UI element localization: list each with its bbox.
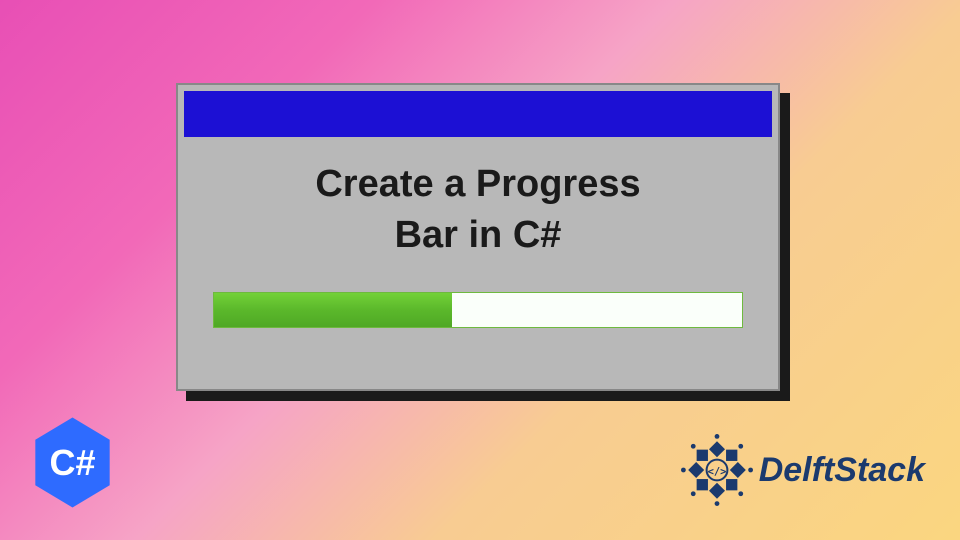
mandala-icon: </> xyxy=(677,430,757,510)
title-line-2: Bar in C# xyxy=(395,214,562,256)
svg-text:</>: </> xyxy=(707,466,726,478)
window-title-bar[interactable] xyxy=(184,91,772,137)
delftstack-logo: </> DelftStack xyxy=(677,430,925,510)
delftstack-label: DelftStack xyxy=(759,451,925,490)
title-line-1: Create a Progress xyxy=(315,163,640,205)
progress-fill xyxy=(214,293,452,327)
dialog-window: Create a Progress Bar in C# xyxy=(176,83,780,391)
dialog-content: Create a Progress Bar in C# xyxy=(178,137,778,389)
csharp-badge: C# xyxy=(30,415,115,510)
csharp-label: C# xyxy=(49,442,95,484)
progress-bar xyxy=(213,292,743,328)
dialog-title: Create a Progress Bar in C# xyxy=(315,159,640,262)
